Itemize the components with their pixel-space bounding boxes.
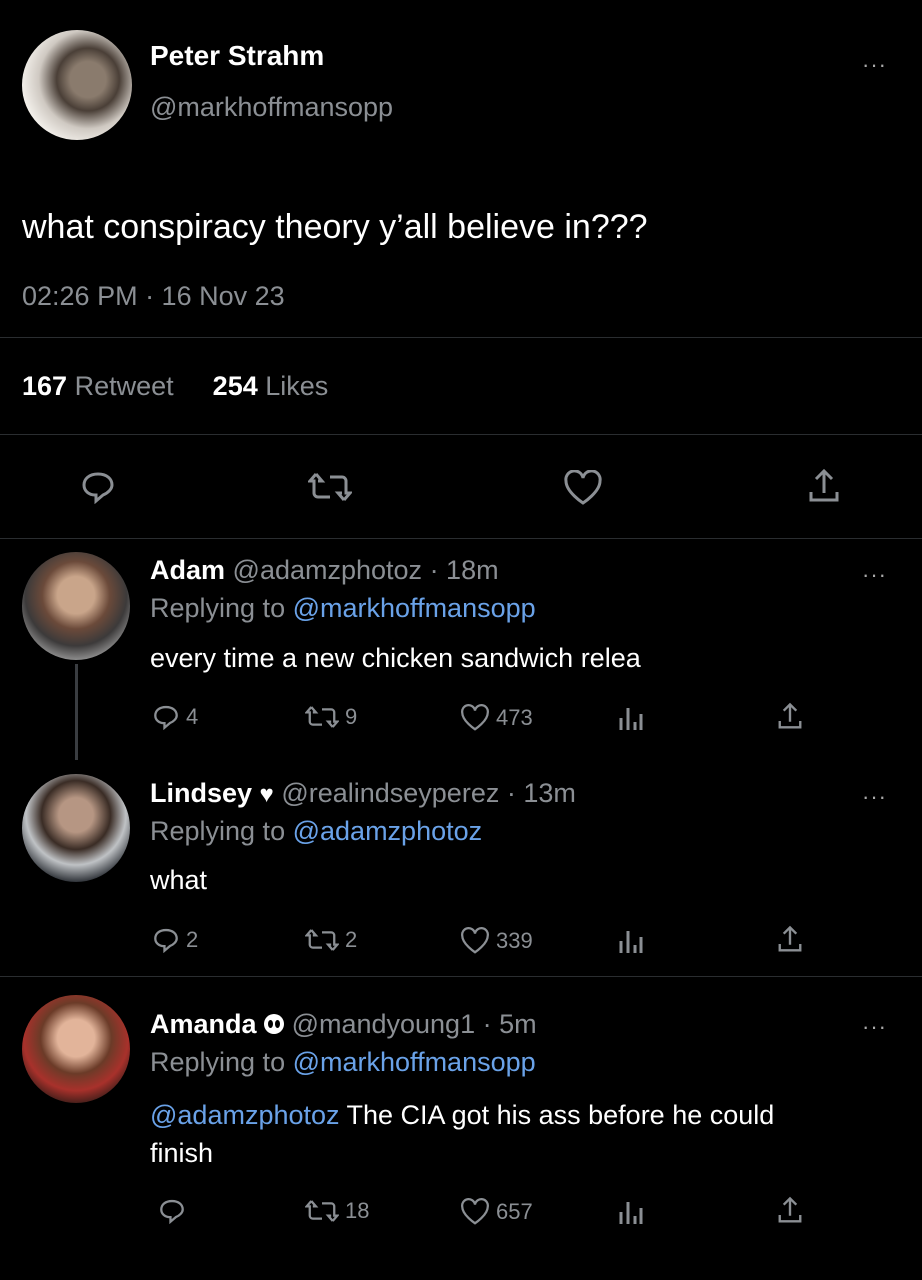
retweet-icon <box>305 706 339 728</box>
reply-count: 2 <box>186 927 199 952</box>
reply-count: 4 <box>186 704 199 729</box>
reply-author-handle[interactable]: @realindseyperez <box>281 778 499 808</box>
reply-author-name[interactable]: Adam <box>150 555 225 585</box>
share-button[interactable] <box>777 1196 803 1226</box>
reply-author-handle[interactable]: @adamzphotoz <box>233 555 423 585</box>
share-icon <box>778 1196 802 1223</box>
retweet-button[interactable]: 2 <box>305 927 357 953</box>
more-options-icon[interactable]: ··· <box>862 1016 887 1038</box>
author-handle[interactable]: @markhoffmansopp <box>150 92 393 123</box>
retweet-icon <box>305 929 339 951</box>
retweet-icon <box>308 473 352 501</box>
retweet-button[interactable]: 18 <box>305 1198 369 1224</box>
heart-icon <box>564 470 602 505</box>
reply-button[interactable] <box>80 470 116 504</box>
more-options-icon[interactable]: ··· <box>862 54 887 76</box>
heart-icon <box>461 1198 489 1225</box>
mention-link[interactable]: @adamzphotoz <box>150 1100 340 1130</box>
retweet-count: 9 <box>345 704 358 729</box>
avatar-lindsey[interactable] <box>22 774 130 882</box>
reply-button[interactable]: 2 <box>152 927 198 953</box>
reply-time: · 18m <box>429 555 499 585</box>
reply-header: Adam @adamzphotoz · 18m <box>150 555 499 586</box>
reply-text: every time a new chicken sandwich relea <box>150 643 641 673</box>
reply-icon <box>160 1199 184 1224</box>
views-icon <box>619 1202 643 1224</box>
share-icon <box>809 468 839 502</box>
reply-button[interactable] <box>158 1198 192 1224</box>
reply-text-line1: The CIA got his ass before he could <box>339 1100 775 1130</box>
views-button[interactable] <box>618 927 644 955</box>
views-icon <box>619 931 643 953</box>
reply-author-handle[interactable]: @mandyoung1 <box>292 1009 476 1039</box>
likes-count[interactable]: 254 <box>213 371 258 401</box>
heart-icon <box>461 704 489 731</box>
retweet-label[interactable]: Retweet <box>75 371 174 401</box>
reply-icon <box>154 928 178 953</box>
tweet-stats: 167 Retweet 254 Likes <box>22 371 328 402</box>
retweet-count: 2 <box>345 927 358 952</box>
thread-line <box>75 664 78 760</box>
divider <box>0 337 922 338</box>
avatar-adam[interactable] <box>22 552 130 660</box>
replying-to: Replying to @markhoffmansopp <box>150 593 536 624</box>
author-name[interactable]: Peter Strahm <box>150 40 324 72</box>
divider <box>0 434 922 435</box>
replying-prefix: Replying to <box>150 816 286 846</box>
replying-to: Replying to @markhoffmansopp <box>150 1047 536 1078</box>
reply-text: what <box>150 865 208 895</box>
badge-icon <box>264 1013 285 1034</box>
reply-author-name[interactable]: Amanda <box>150 1009 257 1039</box>
heart-badge-icon: ♥ <box>259 781 274 808</box>
like-button[interactable]: 657 <box>460 1198 533 1226</box>
replying-to-link[interactable]: @markhoffmansopp <box>293 593 536 623</box>
avatar-peter[interactable] <box>22 30 132 140</box>
share-icon <box>778 925 802 952</box>
like-button[interactable]: 473 <box>460 704 533 732</box>
divider <box>0 538 922 539</box>
like-count: 339 <box>496 928 533 953</box>
retweet-icon <box>305 1200 339 1222</box>
retweet-count[interactable]: 167 <box>22 371 67 401</box>
reply-text: @adamzphotoz The CIA got his ass before … <box>150 1096 910 1172</box>
share-button[interactable] <box>808 468 840 506</box>
reply-icon <box>154 705 178 730</box>
views-icon <box>619 708 643 730</box>
divider <box>0 976 922 977</box>
more-options-icon[interactable]: ··· <box>862 786 887 808</box>
like-button[interactable]: 339 <box>460 927 533 955</box>
retweet-button[interactable] <box>308 470 352 504</box>
more-options-icon[interactable]: ··· <box>862 564 887 586</box>
avatar-amanda[interactable] <box>22 995 130 1103</box>
replying-to-link[interactable]: @adamzphotoz <box>293 816 483 846</box>
share-button[interactable] <box>777 702 803 732</box>
reply-time: · 13m <box>506 778 576 808</box>
reply-icon <box>82 472 114 504</box>
reply-time: · 5m <box>482 1009 537 1039</box>
reply-author-name[interactable]: Lindsey <box>150 778 252 808</box>
tweet-timestamp: 02:26 PM · 16 Nov 23 <box>22 281 285 311</box>
heart-icon <box>461 927 489 954</box>
share-icon <box>778 702 802 729</box>
reply-header: Lindsey ♥ @realindseyperez · 13m <box>150 778 576 809</box>
replying-to-link[interactable]: @markhoffmansopp <box>293 1047 536 1077</box>
replying-prefix: Replying to <box>150 593 286 623</box>
like-count: 657 <box>496 1199 533 1224</box>
reply-header: Amanda @mandyoung1 · 5m <box>150 1009 537 1040</box>
tweet-text: what conspiracy theory y’all believe in?… <box>22 208 648 246</box>
reply-button[interactable]: 4 <box>152 704 198 730</box>
retweet-count: 18 <box>345 1198 370 1223</box>
views-button[interactable] <box>618 704 644 732</box>
replying-to: Replying to @adamzphotoz <box>150 816 482 847</box>
replying-prefix: Replying to <box>150 1047 286 1077</box>
like-count: 473 <box>496 705 533 730</box>
reply-text-line2: finish <box>150 1138 214 1168</box>
like-button[interactable] <box>563 470 603 506</box>
views-button[interactable] <box>618 1198 644 1226</box>
likes-label[interactable]: Likes <box>265 371 328 401</box>
share-button[interactable] <box>777 925 803 955</box>
retweet-button[interactable]: 9 <box>305 704 357 730</box>
